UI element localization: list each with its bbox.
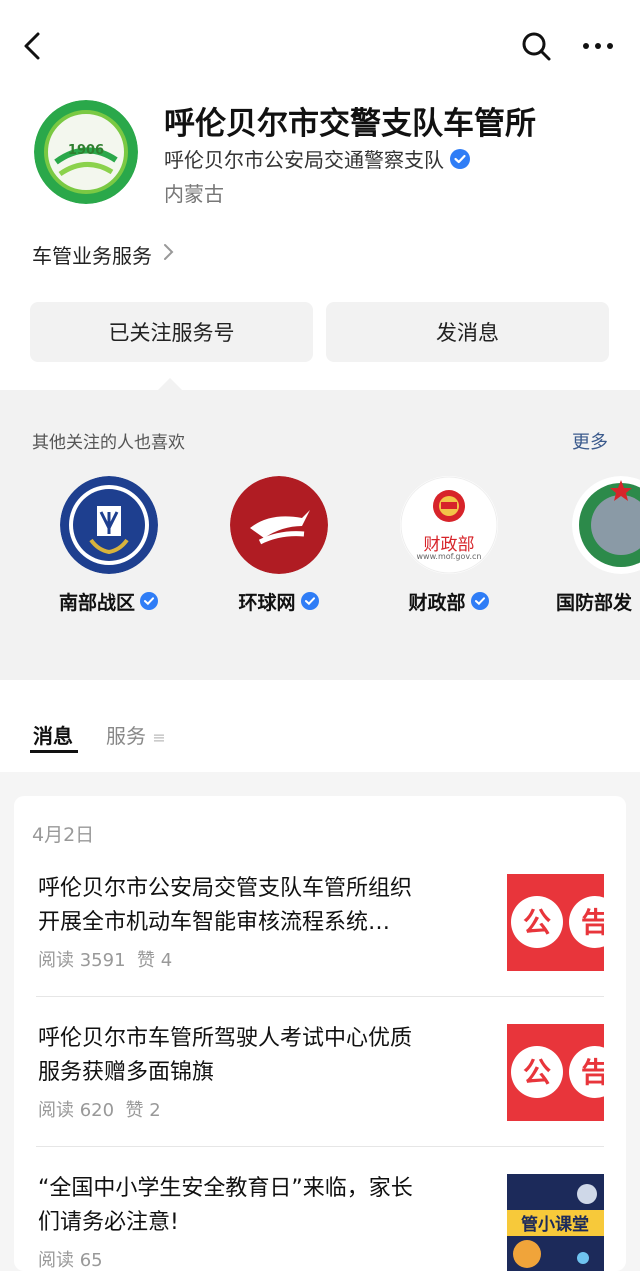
verified-badge-icon	[450, 148, 470, 169]
service-menu-label: 车管业务服务	[32, 244, 152, 268]
account-name: 呼伦贝尔市交警支队车管所	[164, 106, 536, 142]
ministry-of-finance-emblem-icon: 财政部 www.mof.gov.cn	[400, 476, 498, 574]
article-title-line: 开展全市机动车智能审核流程系统…	[38, 910, 391, 935]
recommendation-title: 其他关注的人也喜欢	[32, 433, 185, 453]
recommendation-more-link[interactable]: 更多	[572, 428, 608, 454]
article-stats: 阅读 620 赞 2	[38, 1096, 488, 1122]
recommended-account-name: 环球网	[238, 592, 296, 614]
more-options-icon[interactable]	[578, 26, 618, 66]
search-icon[interactable]	[516, 26, 556, 66]
recommendation-pointer	[158, 378, 182, 390]
article-reads: 阅读 620	[38, 1100, 115, 1121]
avatar-url: www.mof.gov.cn	[416, 552, 482, 561]
article-item[interactable]: 呼伦贝尔市公安局交管支队车管所组织 开展全市机动车智能审核流程系统… 阅读 35…	[38, 872, 488, 972]
article-divider	[36, 996, 604, 997]
recommended-account-name: 国防部发	[556, 592, 633, 614]
defense-ministry-emblem-icon	[572, 476, 640, 574]
message-date: 4月2日	[32, 824, 95, 846]
send-message-button[interactable]: 发消息	[326, 302, 609, 362]
article-title-line: “全国中小学生安全教育日”来临，家长	[38, 1176, 413, 1201]
tab-services-label: 服务	[106, 724, 146, 748]
article-item[interactable]: “全国中小学生安全教育日”来临，家长 们请务必注意! 阅读 65	[38, 1172, 488, 1271]
svg-text:公: 公	[523, 906, 551, 939]
account-logo: 1906	[34, 100, 138, 204]
recommended-account[interactable]: 国防部发	[534, 476, 640, 615]
svg-text:告: 告	[581, 1056, 604, 1089]
article-title-line: 呼伦贝尔市车管所驾驶人考试中心优质	[38, 1026, 413, 1051]
content-tabs: 消息 服务 ≡	[0, 720, 640, 760]
top-bar	[0, 0, 640, 90]
article-title-line: 服务获赠多面锦旗	[38, 1060, 215, 1085]
article-stats: 阅读 65	[38, 1246, 488, 1271]
article-likes: 赞 4	[136, 950, 173, 971]
recommended-account-name: 财政部	[408, 592, 466, 614]
article-item[interactable]: 呼伦贝尔市车管所驾驶人考试中心优质 服务获赠多面锦旗 阅读 620 赞 2	[38, 1022, 488, 1122]
svg-text:公: 公	[523, 1056, 551, 1089]
article-stats: 阅读 3591 赞 4	[38, 946, 488, 972]
recommended-account[interactable]: 环球网	[194, 476, 364, 615]
recommended-account-name: 南部战区	[58, 592, 135, 614]
article-title: “全国中小学生安全教育日”来临，家长 们请务必注意!	[38, 1172, 488, 1240]
southern-theater-emblem-icon	[60, 476, 158, 574]
svg-text:1906: 1906	[68, 143, 104, 158]
back-icon[interactable]	[14, 26, 54, 66]
svg-text:告: 告	[581, 906, 604, 939]
recommended-account[interactable]: 南部战区	[24, 476, 194, 615]
article-thumbnail[interactable]: 管小课堂	[507, 1174, 604, 1271]
menu-lines-icon: ≡	[152, 728, 166, 747]
organization-name: 呼伦贝尔市公安局交通警察支队	[164, 148, 444, 172]
article-divider	[36, 1146, 604, 1147]
article-reads: 阅读 3591	[38, 950, 126, 971]
article-title-line: 呼伦贝尔市公安局交管支队车管所组织	[38, 876, 413, 901]
article-title: 呼伦贝尔市车管所驾驶人考试中心优质 服务获赠多面锦旗	[38, 1022, 488, 1090]
account-organization[interactable]: 呼伦贝尔市公安局交通警察支队	[164, 144, 470, 173]
verified-badge-icon	[300, 591, 320, 612]
huanqiu-logo-icon	[230, 476, 328, 574]
article-thumbnail[interactable]: 公 告	[507, 874, 604, 971]
recommended-account[interactable]: 财政部 www.mof.gov.cn 财政部	[364, 476, 534, 615]
followed-button[interactable]: 已关注服务号	[30, 302, 313, 362]
chevron-right-icon	[162, 242, 176, 267]
active-tab-indicator	[30, 750, 78, 753]
tab-messages[interactable]: 消息	[33, 720, 73, 749]
article-likes: 赞 2	[125, 1100, 161, 1121]
article-title: 呼伦贝尔市公安局交管支队车管所组织 开展全市机动车智能审核流程系统…	[38, 872, 488, 940]
account-region: 内蒙古	[164, 182, 224, 206]
verified-badge-icon	[139, 591, 159, 612]
verified-badge-icon	[470, 591, 490, 612]
tab-services[interactable]: 服务 ≡	[106, 720, 166, 749]
article-title-line: 们请务必注意!	[38, 1210, 179, 1235]
service-menu-link[interactable]: 车管业务服务	[32, 240, 176, 269]
article-reads: 阅读 65	[38, 1250, 103, 1271]
thumbnail-caption: 管小课堂	[521, 1214, 589, 1235]
article-thumbnail[interactable]: 公 告	[507, 1024, 604, 1121]
